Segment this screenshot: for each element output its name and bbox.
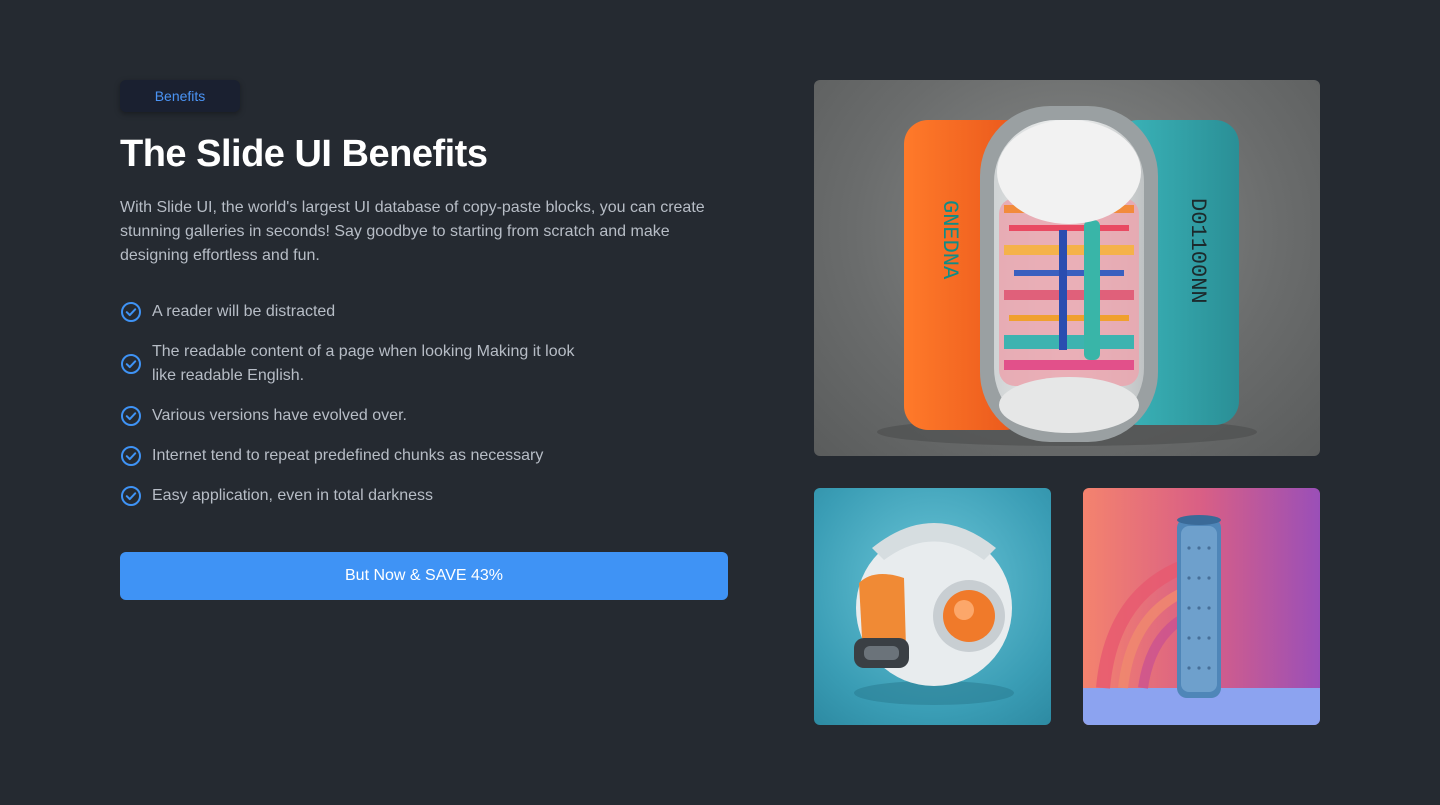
product-image-speaker: [1083, 488, 1320, 725]
speaker-illustration: [1083, 515, 1320, 725]
list-item: The readable content of a page when look…: [120, 340, 730, 388]
check-circle-icon: [121, 354, 141, 374]
product-image-main: GNEDNA D01100NN: [814, 80, 1320, 456]
capsule-device-illustration: GNEDNA D01100NN: [877, 106, 1257, 446]
list-item: A reader will be distracted: [120, 300, 730, 324]
svg-text:GNEDNA: GNEDNA: [937, 200, 962, 280]
description: With Slide UI, the world's largest UI da…: [120, 199, 705, 264]
check-circle-icon: [121, 406, 141, 426]
list-item: Various versions have evolved over.: [120, 404, 730, 428]
benefits-badge: Benefits: [120, 80, 240, 112]
check-circle-icon: [121, 302, 141, 322]
product-image-helmet: [814, 488, 1051, 725]
benefit-text: Internet tend to repeat predefined chunk…: [152, 447, 544, 464]
benefit-text: A reader will be distracted: [152, 303, 336, 320]
check-circle-icon: [121, 446, 141, 466]
benefit-text: Easy application, even in total darkness: [152, 487, 434, 504]
check-circle-icon: [121, 486, 141, 506]
list-item: Internet tend to repeat predefined chunk…: [120, 444, 730, 468]
buy-now-button[interactable]: But Now & SAVE 43%: [120, 552, 728, 600]
benefits-section: Benefits The Slide UI Benefits With Slid…: [120, 80, 730, 600]
benefit-list: A reader will be distracted The readable…: [120, 300, 730, 508]
helmet-illustration: [854, 523, 1014, 705]
list-item: Easy application, even in total darkness: [120, 484, 730, 508]
benefit-text: The readable content of a page when look…: [152, 343, 575, 384]
page-title: The Slide UI Benefits: [120, 133, 488, 175]
benefit-text: Various versions have evolved over.: [152, 407, 407, 424]
svg-text:D01100NN: D01100NN: [1185, 198, 1210, 304]
